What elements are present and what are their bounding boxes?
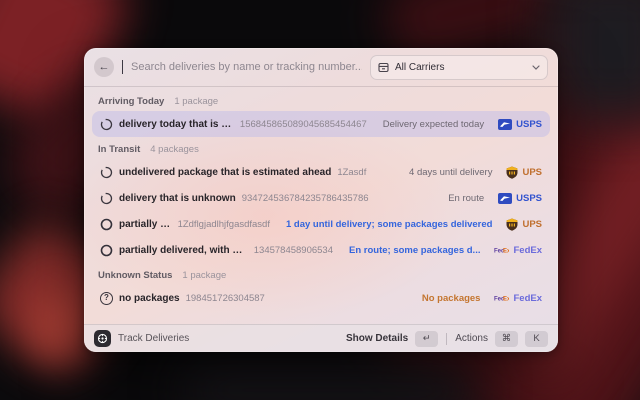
- carrier-filter-value: All Carriers: [395, 62, 526, 73]
- delivery-title: delivery that is unknown: [119, 193, 236, 204]
- carrier-name: UPS: [522, 219, 542, 230]
- text-cursor: [122, 60, 123, 74]
- delivery-status: Delivery expected today: [383, 119, 484, 130]
- tracking-number: 156845865089045685454467: [240, 119, 367, 130]
- section-title: Unknown Status: [98, 270, 172, 281]
- footer-divider: [446, 333, 447, 345]
- tracking-number: 134578458906534: [254, 245, 333, 256]
- progress-ring-icon: [100, 118, 113, 131]
- section-header-arriving-today: Arriving Today 1 package: [98, 96, 544, 107]
- tracking-number: 1Zdflgjadlhjfgasdfasdf: [178, 219, 270, 230]
- back-button[interactable]: ←: [94, 57, 114, 77]
- section-title: Arriving Today: [98, 96, 164, 107]
- return-key-badge: ↵: [415, 331, 438, 347]
- search-header: ← All Carriers: [84, 48, 558, 86]
- background-shape: [548, 0, 640, 120]
- back-arrow-icon: ←: [99, 61, 110, 73]
- carrier-name: USPS: [516, 119, 542, 130]
- track-deliveries-window: ← All Carriers Arriving Today 1 package …: [84, 48, 558, 352]
- svg-text:Ex: Ex: [503, 249, 509, 255]
- delivery-title: undelivered package that is estimated ah…: [119, 167, 331, 178]
- delivery-title: no packages: [119, 293, 180, 304]
- carrier-name: USPS: [516, 193, 542, 204]
- carrier-badge-ups: UPS: [506, 166, 542, 179]
- section-title: In Transit: [98, 144, 140, 155]
- delivery-row[interactable]: partially delivered 1Zdflgjadlhjfgasdfas…: [92, 211, 550, 237]
- question-circle-icon: ?: [100, 292, 113, 305]
- search-input[interactable]: [131, 61, 362, 73]
- carrier-badge-fedex: FedEx FedEx: [494, 293, 542, 304]
- show-details-button[interactable]: Show Details: [346, 333, 408, 344]
- fedex-logo-icon: FedEx: [494, 246, 509, 254]
- carrier-badge-ups: UPS: [506, 218, 542, 231]
- section-header-in-transit: In Transit 4 packages: [98, 144, 544, 155]
- fedex-logo-icon: FedEx: [494, 294, 509, 302]
- carrier-name: UPS: [522, 167, 542, 178]
- usps-logo-icon: [498, 119, 512, 130]
- carrier-name: FedEx: [513, 293, 542, 304]
- background-shape: [180, 360, 480, 400]
- progress-ring-icon: [100, 166, 113, 179]
- svg-text:Ex: Ex: [503, 297, 509, 303]
- tracking-number: 1Zasdf: [337, 167, 366, 178]
- results-list: Arriving Today 1 package delivery today …: [84, 87, 558, 311]
- delivery-row[interactable]: ? no packages 198451726304587 No package…: [92, 285, 550, 311]
- track-deliveries-app-icon: [94, 330, 111, 347]
- command-key-badge: ⌘: [495, 331, 518, 347]
- section-count: 1 package: [182, 270, 226, 281]
- delivery-title: partially delivered, with unknown delive…: [119, 245, 248, 256]
- carrier-name: FedEx: [513, 245, 542, 256]
- carrier-badge-usps: USPS: [498, 193, 542, 204]
- delivery-row[interactable]: partially delivered, with unknown delive…: [92, 237, 550, 263]
- delivery-status: En route: [448, 193, 484, 204]
- carrier-badge-usps: USPS: [498, 119, 542, 130]
- k-key-badge: K: [525, 331, 548, 347]
- delivery-status: 1 day until delivery; some packages deli…: [286, 219, 492, 230]
- ups-logo-icon: [506, 166, 518, 179]
- delivery-status: No packages: [422, 293, 481, 304]
- delivery-title: partially delivered: [119, 219, 172, 230]
- section-count: 4 packages: [150, 144, 199, 155]
- carrier-filter-dropdown[interactable]: All Carriers: [370, 55, 548, 80]
- progress-ring-icon: [100, 192, 113, 205]
- usps-logo-icon: [498, 193, 512, 204]
- section-count: 1 package: [174, 96, 218, 107]
- progress-ring-icon: [100, 244, 113, 257]
- progress-ring-icon: [100, 218, 113, 231]
- delivery-status: 4 days until delivery: [409, 167, 492, 178]
- delivery-status: En route; some packages d...: [349, 245, 480, 256]
- actions-button[interactable]: Actions: [455, 333, 488, 344]
- section-header-unknown-status: Unknown Status 1 package: [98, 270, 544, 281]
- tracking-number: 934724536784235786435786: [242, 193, 369, 204]
- app-name: Track Deliveries: [118, 333, 189, 344]
- action-bar: Track Deliveries Show Details ↵ Actions …: [84, 324, 558, 352]
- delivery-row[interactable]: undelivered package that is estimated ah…: [92, 159, 550, 185]
- tracking-number: 198451726304587: [186, 293, 265, 304]
- carrier-badge-fedex: FedEx FedEx: [494, 245, 542, 256]
- delivery-row[interactable]: delivery that is unknown 934724536784235…: [92, 185, 550, 211]
- carriers-filter-icon: [378, 62, 389, 73]
- delivery-row[interactable]: delivery today that is undelivered 15684…: [92, 111, 550, 137]
- delivery-title: delivery today that is undelivered: [119, 119, 234, 130]
- chevron-down-icon: [532, 65, 540, 70]
- ups-logo-icon: [506, 218, 518, 231]
